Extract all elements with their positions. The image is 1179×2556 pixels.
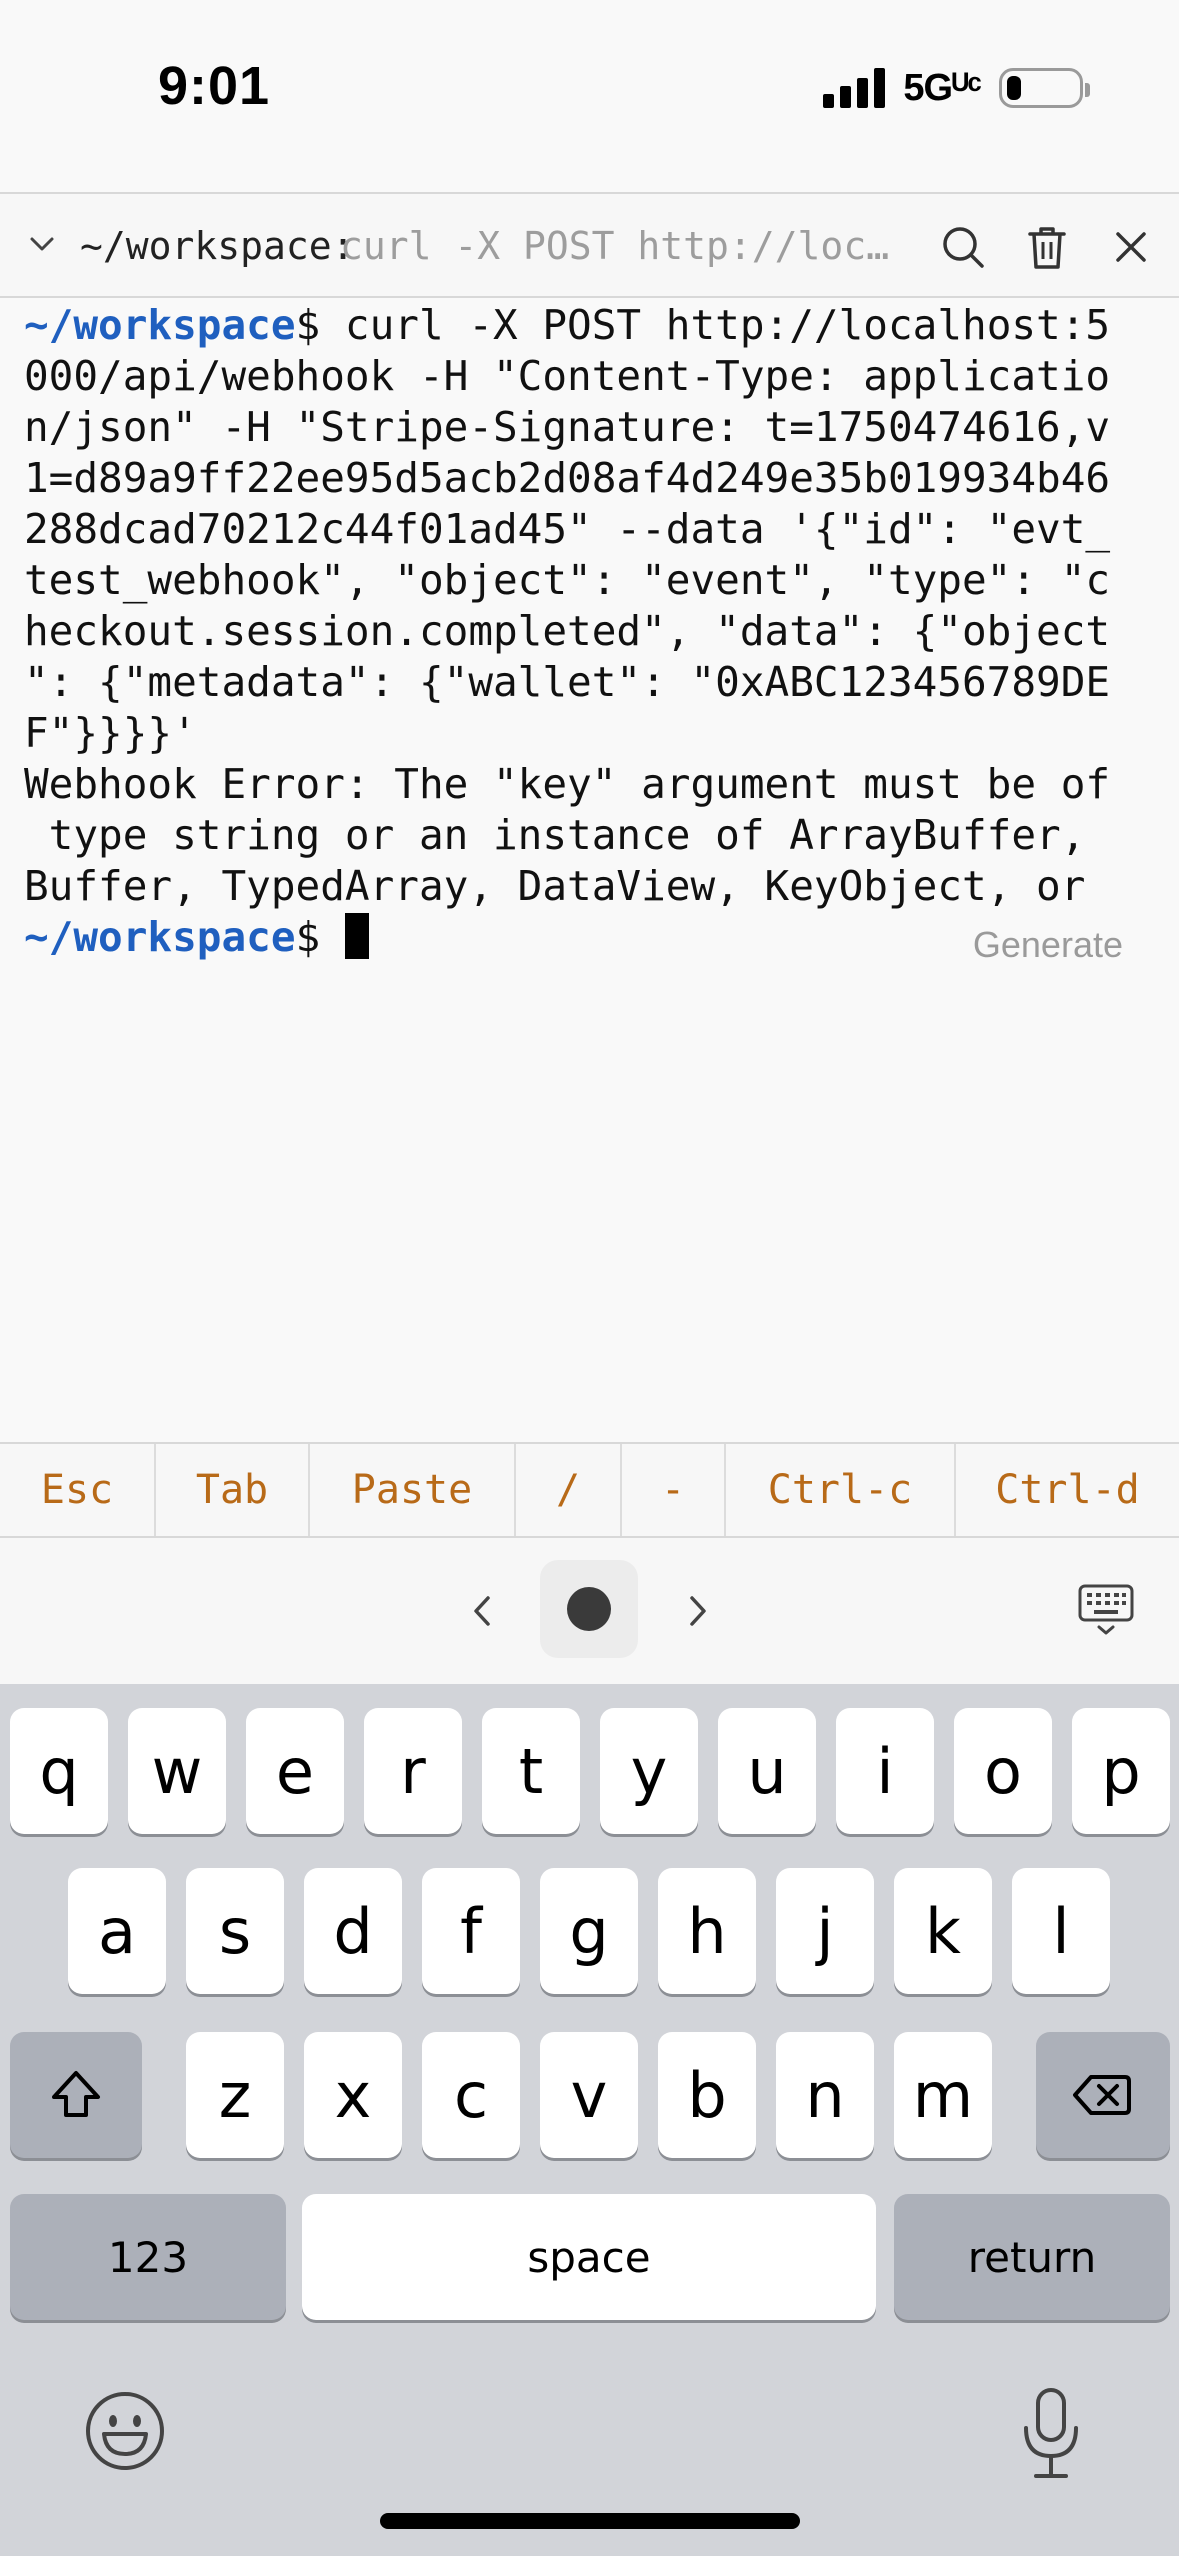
key-m[interactable]: m bbox=[894, 2032, 992, 2158]
session-title: ~/workspace: bbox=[80, 224, 355, 268]
slash-key[interactable]: / bbox=[516, 1444, 622, 1536]
key-p[interactable]: p bbox=[1072, 1708, 1170, 1834]
terminal-line: 288dcad70212c44f01ad45" --data '{"id": "… bbox=[24, 505, 1111, 553]
terminal-line: heckout.session.completed", "data": {"ob… bbox=[24, 607, 1111, 655]
chevron-right-icon[interactable] bbox=[678, 1586, 718, 1636]
extra-keys-bar: Esc Tab Paste / - Ctrl-c Ctrl-d bbox=[0, 1442, 1179, 1538]
terminal-line: ~/workspace$ curl -X POST http://localho… bbox=[24, 301, 1111, 349]
error-line: Webhook Error: The "key" argument must b… bbox=[24, 760, 1111, 808]
key-f[interactable]: f bbox=[422, 1868, 520, 1994]
error-line: type string or an instance of ArrayBuffe… bbox=[24, 811, 1086, 859]
key-o[interactable]: o bbox=[954, 1708, 1052, 1834]
terminal-output[interactable]: ~/workspace$ curl -X POST http://localho… bbox=[24, 300, 1164, 963]
key-c[interactable]: c bbox=[422, 2032, 520, 2158]
key-x[interactable]: x bbox=[304, 2032, 402, 2158]
terminal-line: test_webhook", "object": "event", "type"… bbox=[24, 556, 1111, 604]
key-q[interactable]: q bbox=[10, 1708, 108, 1834]
battery-icon bbox=[999, 68, 1090, 108]
shift-key[interactable] bbox=[10, 2032, 142, 2158]
key-k[interactable]: k bbox=[894, 1868, 992, 1994]
cellular-signal-icon bbox=[823, 68, 886, 108]
key-u[interactable]: u bbox=[718, 1708, 816, 1834]
ctrl-d-key[interactable]: Ctrl-d bbox=[956, 1444, 1179, 1536]
home-indicator bbox=[380, 2513, 800, 2529]
session-command: curl -X POST http://localhost:5000/api/w… bbox=[340, 224, 910, 268]
microphone-icon[interactable] bbox=[1018, 2386, 1084, 2482]
terminal-line: n/json" -H "Stripe-Signature: t=17504746… bbox=[24, 403, 1111, 451]
error-line: Buffer, TypedArray, DataView, KeyObject,… bbox=[24, 862, 1086, 910]
terminal-header: ~/workspace: curl -X POST http://localho… bbox=[0, 192, 1179, 298]
status-time: 9:01 bbox=[158, 56, 271, 116]
emoji-icon[interactable] bbox=[84, 2390, 166, 2472]
esc-key[interactable]: Esc bbox=[0, 1444, 156, 1536]
return-key[interactable]: return bbox=[894, 2194, 1170, 2320]
backspace-icon bbox=[1073, 2075, 1131, 2115]
trackpad-dot-icon bbox=[567, 1587, 611, 1631]
terminal-line: 1=d89a9ff22ee95d5acb2d08af4d249e35b01993… bbox=[24, 454, 1111, 502]
key-y[interactable]: y bbox=[600, 1708, 698, 1834]
key-w[interactable]: w bbox=[128, 1708, 226, 1834]
paste-key[interactable]: Paste bbox=[310, 1444, 516, 1536]
network-type: 5Gᵁᶜ bbox=[903, 66, 982, 109]
key-b[interactable]: b bbox=[658, 2032, 756, 2158]
key-s[interactable]: s bbox=[186, 1868, 284, 1994]
terminal-line: ": {"metadata": {"wallet": "0xABC1234567… bbox=[24, 658, 1111, 706]
terminal-line: 000/api/webhook -H "Content-Type: applic… bbox=[24, 352, 1111, 400]
space-key[interactable]: space bbox=[302, 2194, 876, 2320]
key-h[interactable]: h bbox=[658, 1868, 756, 1994]
key-r[interactable]: r bbox=[364, 1708, 462, 1834]
key-e[interactable]: e bbox=[246, 1708, 344, 1834]
key-z[interactable]: z bbox=[186, 2032, 284, 2158]
trash-icon[interactable] bbox=[1022, 222, 1072, 272]
key-a[interactable]: a bbox=[68, 1868, 166, 1994]
keyboard-toggle-icon[interactable] bbox=[1077, 1582, 1135, 1638]
shell-prompt: ~/workspace bbox=[24, 913, 296, 961]
key-d[interactable]: d bbox=[304, 1868, 402, 1994]
ctrl-c-key[interactable]: Ctrl-c bbox=[726, 1444, 956, 1536]
generate-button[interactable]: Generate bbox=[973, 924, 1123, 966]
key-g[interactable]: g bbox=[540, 1868, 638, 1994]
search-icon[interactable] bbox=[938, 222, 988, 272]
numbers-key[interactable]: 123 bbox=[10, 2194, 286, 2320]
key-l[interactable]: l bbox=[1012, 1868, 1110, 1994]
dash-key[interactable]: - bbox=[622, 1444, 726, 1536]
cursor-navigation-bar bbox=[0, 1538, 1179, 1684]
shift-icon bbox=[52, 2071, 100, 2117]
key-v[interactable]: v bbox=[540, 2032, 638, 2158]
cursor-trackpad[interactable] bbox=[540, 1560, 638, 1658]
key-i[interactable]: i bbox=[836, 1708, 934, 1834]
key-t[interactable]: t bbox=[482, 1708, 580, 1834]
delete-key[interactable] bbox=[1036, 2032, 1170, 2158]
status-bar: 9:01 5Gᵁᶜ bbox=[0, 0, 1179, 192]
tab-key[interactable]: Tab bbox=[156, 1444, 310, 1536]
terminal-line: F"}}}}' bbox=[24, 709, 197, 757]
key-j[interactable]: j bbox=[776, 1868, 874, 1994]
status-indicators: 5Gᵁᶜ bbox=[823, 64, 1090, 112]
text-cursor bbox=[344, 913, 369, 959]
chevron-down-icon[interactable] bbox=[22, 224, 62, 264]
chevron-left-icon[interactable] bbox=[462, 1586, 502, 1636]
key-n[interactable]: n bbox=[776, 2032, 874, 2158]
shell-prompt: ~/workspace bbox=[24, 301, 296, 349]
close-icon[interactable] bbox=[1106, 222, 1156, 272]
